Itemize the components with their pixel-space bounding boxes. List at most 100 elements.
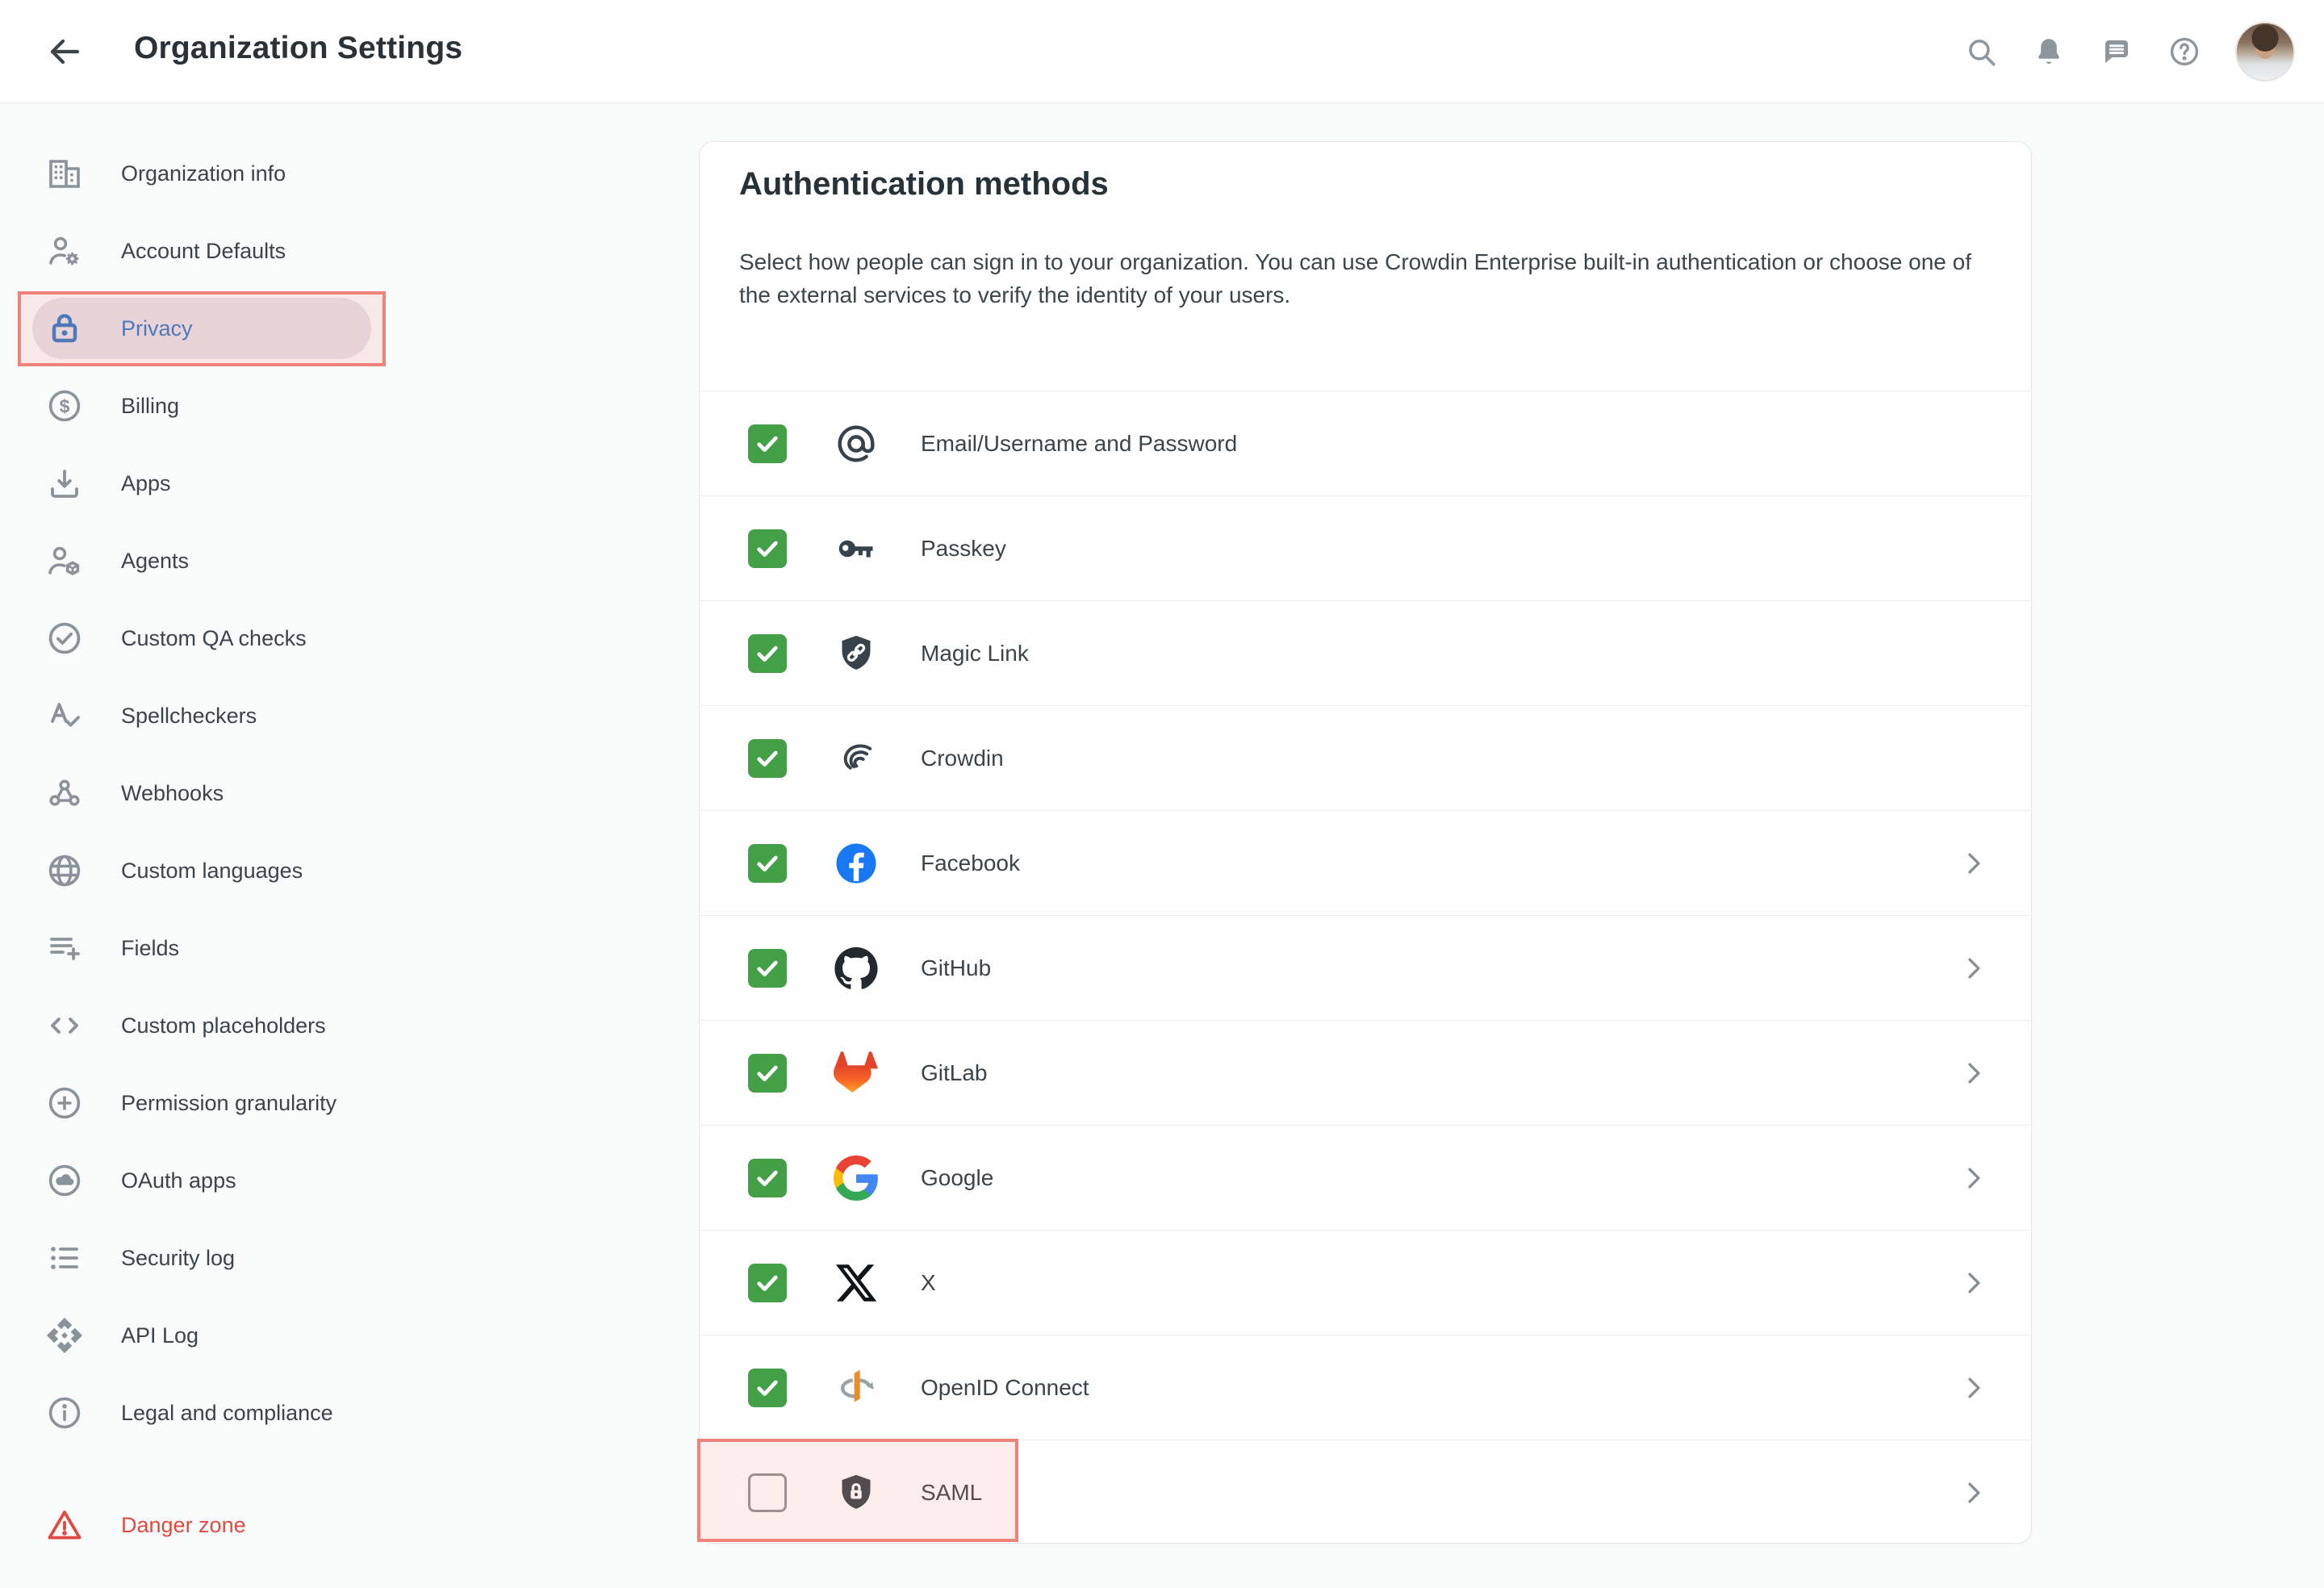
sidebar-item-api-log[interactable]: API Log xyxy=(0,1297,662,1374)
auth-method-row-facebook[interactable]: Facebook xyxy=(700,810,2031,915)
auth-method-label: Crowdin xyxy=(921,746,1004,771)
auth-method-label: Passkey xyxy=(921,536,1006,562)
auth-method-row-magic-link[interactable]: Magic Link xyxy=(700,600,2031,705)
chevron-right-icon[interactable] xyxy=(1958,1267,1990,1299)
sidebar-item-label: API Log xyxy=(121,1323,199,1348)
auth-method-label: Facebook xyxy=(921,850,1020,876)
search-icon[interactable] xyxy=(1964,35,1998,69)
svg-text:$: $ xyxy=(60,395,70,416)
sidebar-item-label: Security log xyxy=(121,1246,235,1271)
building-icon xyxy=(45,154,84,193)
sidebar-item-webhooks[interactable]: Webhooks xyxy=(0,754,662,832)
check-circle-icon xyxy=(45,619,84,658)
sidebar-item-agents[interactable]: Agents xyxy=(0,522,662,600)
card-description: Select how people can sign in to your or… xyxy=(739,245,1995,311)
info-circle-icon xyxy=(45,1394,84,1432)
sidebar-item-label: Webhooks xyxy=(121,781,224,806)
sidebar-item-legal-and-compliance[interactable]: Legal and compliance xyxy=(0,1374,662,1452)
checkbox[interactable] xyxy=(748,844,787,883)
key-icon xyxy=(834,526,879,571)
sidebar-item-label: Custom QA checks xyxy=(121,626,307,651)
github-icon xyxy=(834,946,879,991)
sidebar-item-label: Organization info xyxy=(121,161,286,186)
sidebar-item-custom-qa-checks[interactable]: Custom QA checks xyxy=(0,600,662,677)
auth-method-row-passkey[interactable]: Passkey xyxy=(700,495,2031,600)
sidebar-item-label: Custom languages xyxy=(121,859,303,884)
chevron-right-icon[interactable] xyxy=(1958,1057,1990,1089)
auth-methods-list: Email/Username and Password Passkey Magi… xyxy=(700,391,2031,1544)
auth-method-row-x[interactable]: X xyxy=(700,1230,2031,1335)
user-avatar[interactable] xyxy=(2235,22,2295,81)
sidebar-item-spellcheckers[interactable]: Spellcheckers xyxy=(0,677,662,754)
sidebar-item-account-defaults[interactable]: Account Defaults xyxy=(0,212,662,290)
auth-method-row-google[interactable]: Google xyxy=(700,1125,2031,1230)
checkbox[interactable] xyxy=(748,1159,787,1197)
sidebar-item-apps[interactable]: Apps xyxy=(0,445,662,522)
auth-method-label: Magic Link xyxy=(921,641,1029,667)
card-title: Authentication methods xyxy=(739,166,1109,203)
page-body: Organization info Account Defaults Priva… xyxy=(0,103,2324,1588)
auth-method-label: Email/Username and Password xyxy=(921,431,1237,457)
lock-icon xyxy=(45,309,84,348)
sidebar-item-label: Fields xyxy=(121,936,179,961)
checkbox[interactable] xyxy=(748,1473,787,1512)
back-button[interactable] xyxy=(45,32,84,71)
sidebar-item-privacy[interactable]: Privacy xyxy=(0,290,662,367)
notifications-bell-icon[interactable] xyxy=(2032,35,2066,69)
sidebar-item-custom-placeholders[interactable]: Custom placeholders xyxy=(0,987,662,1064)
sidebar-item-label: Danger zone xyxy=(121,1513,246,1538)
globe-icon xyxy=(45,851,84,890)
authentication-methods-card: Authentication methods Select how people… xyxy=(699,141,2032,1544)
messages-icon[interactable] xyxy=(2100,35,2134,69)
api-icon xyxy=(45,1316,84,1355)
auth-method-row-openid-connect[interactable]: OpenID Connect xyxy=(700,1335,2031,1440)
checkbox[interactable] xyxy=(748,949,787,988)
openid-icon xyxy=(834,1365,879,1410)
checkbox[interactable] xyxy=(748,529,787,568)
shield-link-icon xyxy=(834,631,879,676)
sidebar-item-oauth-apps[interactable]: OAuth apps xyxy=(0,1142,662,1219)
download-icon xyxy=(45,464,84,503)
webhook-icon xyxy=(45,774,84,813)
list-icon xyxy=(45,1239,84,1277)
auth-method-row-saml[interactable]: SAML xyxy=(700,1440,2031,1544)
chevron-right-icon[interactable] xyxy=(1958,847,1990,880)
sidebar-item-billing[interactable]: $ Billing xyxy=(0,367,662,445)
checkbox[interactable] xyxy=(748,1264,787,1302)
sidebar-item-label: Custom placeholders xyxy=(121,1013,326,1038)
code-icon xyxy=(45,1006,84,1045)
chevron-right-icon[interactable] xyxy=(1958,1372,1990,1404)
chevron-right-icon[interactable] xyxy=(1958,952,1990,984)
sidebar-item-organization-info[interactable]: Organization info xyxy=(0,135,662,212)
help-icon[interactable] xyxy=(2167,35,2201,69)
sidebar-item-permission-granularity[interactable]: Permission granularity xyxy=(0,1064,662,1142)
sidebar-item-danger-zone[interactable]: Danger zone xyxy=(0,1486,662,1564)
top-app-bar: Organization Settings xyxy=(0,0,2324,103)
chevron-right-icon[interactable] xyxy=(1958,1477,1990,1509)
checkbox[interactable] xyxy=(748,1369,787,1407)
plus-circle-icon xyxy=(45,1084,84,1122)
auth-method-label: GitLab xyxy=(921,1060,988,1086)
sidebar-item-custom-languages[interactable]: Custom languages xyxy=(0,832,662,909)
sidebar-item-label: Privacy xyxy=(121,316,193,341)
auth-method-row-crowdin[interactable]: Crowdin xyxy=(700,705,2031,810)
checkbox[interactable] xyxy=(748,1054,787,1093)
sidebar-item-label: Agents xyxy=(121,549,189,574)
auth-method-row-github[interactable]: GitHub xyxy=(700,915,2031,1020)
shield-lock-icon xyxy=(834,1470,879,1515)
chevron-right-icon[interactable] xyxy=(1958,1162,1990,1194)
auth-method-label: X xyxy=(921,1270,936,1296)
dollar-circle-icon: $ xyxy=(45,387,84,425)
auth-method-row-email[interactable]: Email/Username and Password xyxy=(700,391,2031,495)
auth-method-row-gitlab[interactable]: GitLab xyxy=(700,1020,2031,1125)
auth-method-label: Google xyxy=(921,1165,993,1191)
sidebar-item-label: Billing xyxy=(121,394,179,419)
sidebar-item-security-log[interactable]: Security log xyxy=(0,1219,662,1297)
checkbox[interactable] xyxy=(748,424,787,463)
playlist-add-icon xyxy=(45,929,84,967)
user-box-icon xyxy=(45,541,84,580)
checkbox[interactable] xyxy=(748,634,787,673)
sidebar-item-fields[interactable]: Fields xyxy=(0,909,662,987)
warning-icon xyxy=(45,1506,84,1544)
checkbox[interactable] xyxy=(748,739,787,778)
